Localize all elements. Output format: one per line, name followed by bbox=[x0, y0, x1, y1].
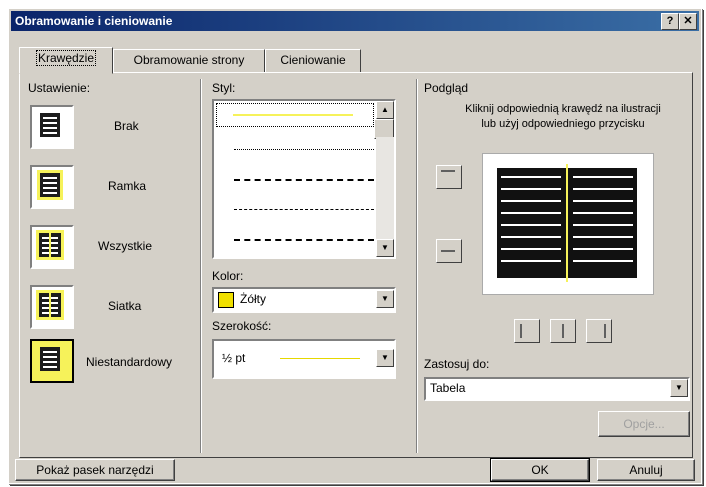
style-option-dashed[interactable] bbox=[234, 209, 374, 210]
preview-row-line bbox=[501, 212, 561, 214]
setting-custom-icon[interactable] bbox=[30, 339, 74, 383]
preview-row-line bbox=[573, 260, 633, 262]
style-label: Styl: bbox=[212, 81, 236, 95]
preview-row-line bbox=[573, 212, 633, 214]
preview-row-line bbox=[501, 176, 561, 178]
tab-shading[interactable]: Cieniowanie bbox=[265, 49, 361, 73]
preview-row-line bbox=[573, 200, 633, 202]
top-border-icon bbox=[441, 170, 455, 172]
scroll-thumb[interactable] bbox=[374, 119, 394, 139]
setting-all-label[interactable]: Wszystkie bbox=[98, 239, 152, 253]
preview-row-line bbox=[573, 224, 633, 226]
help-button[interactable]: ? bbox=[661, 13, 679, 30]
preview-row-line bbox=[573, 176, 633, 178]
scroll-up-arrow-icon[interactable]: ▲ bbox=[376, 101, 394, 119]
inside-horizontal-border-button[interactable] bbox=[436, 239, 462, 263]
scroll-track[interactable] bbox=[376, 137, 394, 239]
color-value: Żółty bbox=[240, 292, 267, 306]
apply-to-value: Tabela bbox=[430, 381, 466, 395]
right-border-button[interactable] bbox=[586, 319, 612, 343]
preview-row-line bbox=[573, 188, 633, 190]
preview-row-line bbox=[501, 188, 561, 190]
style-option-dotted[interactable] bbox=[234, 149, 374, 150]
setting-box-label[interactable]: Ramka bbox=[108, 179, 146, 193]
preview-label: Podgląd bbox=[424, 81, 469, 95]
setting-all-icon[interactable] bbox=[30, 225, 74, 269]
tab-panel: Ustawienie: Brak Ramka Wszystkie Siatka … bbox=[19, 72, 693, 458]
left-border-button[interactable] bbox=[514, 319, 540, 343]
style-solid-line bbox=[233, 114, 353, 116]
inside-vertical-border-button[interactable] bbox=[550, 319, 576, 343]
width-dropdown[interactable]: ½ pt ▼ bbox=[212, 339, 396, 379]
width-value: ½ pt bbox=[222, 351, 246, 365]
preview-row-line bbox=[501, 224, 561, 226]
setting-none-icon[interactable] bbox=[30, 105, 74, 149]
apply-to-dropdown-arrow-icon[interactable]: ▼ bbox=[670, 379, 688, 397]
preview-hint-line1: Kliknij odpowiednią krawędź na ilustracj… bbox=[465, 103, 661, 115]
preview-row-line bbox=[573, 236, 633, 238]
cancel-button[interactable]: Anuluj bbox=[597, 459, 695, 481]
left-border-icon bbox=[520, 324, 522, 338]
color-dropdown[interactable]: Żółty ▼ bbox=[212, 287, 396, 313]
setting-box-icon[interactable] bbox=[30, 165, 74, 209]
apply-to-dropdown[interactable]: Tabela ▼ bbox=[424, 377, 690, 401]
scroll-down-arrow-icon[interactable]: ▼ bbox=[376, 239, 394, 257]
column-divider bbox=[200, 79, 202, 453]
style-option-selected[interactable] bbox=[216, 103, 374, 127]
right-border-icon bbox=[604, 324, 606, 338]
setting-grid-label[interactable]: Siatka bbox=[108, 299, 141, 313]
setting-grid-icon[interactable] bbox=[30, 285, 74, 329]
title-bar: Obramowanie i cieniowanie ? ✕ bbox=[11, 11, 699, 31]
preview-divider bbox=[416, 79, 418, 453]
style-option-dash-small[interactable] bbox=[234, 179, 374, 181]
style-option-dash-large[interactable] bbox=[234, 239, 374, 241]
show-toolbar-button[interactable]: Pokaż pasek narzędzi bbox=[15, 459, 175, 481]
style-listbox[interactable]: ▲ ▼ bbox=[212, 99, 396, 259]
inside-vertical-border-icon bbox=[562, 324, 564, 338]
width-label: Szerokość: bbox=[212, 319, 272, 333]
tab-page-border[interactable]: Obramowanie strony bbox=[113, 49, 265, 73]
options-button[interactable]: Opcje... bbox=[598, 411, 690, 437]
preview-row-line bbox=[573, 248, 633, 250]
preview-inside-vertical-border[interactable] bbox=[566, 164, 568, 282]
preview-row-line bbox=[501, 200, 561, 202]
color-label: Kolor: bbox=[212, 269, 244, 283]
close-button[interactable]: ✕ bbox=[679, 13, 697, 30]
width-line-sample bbox=[280, 358, 360, 359]
tab-borders[interactable]: Krawędzie bbox=[19, 47, 113, 74]
width-dropdown-arrow-icon[interactable]: ▼ bbox=[376, 349, 394, 367]
preview-row-line bbox=[501, 248, 561, 250]
preview-hint-line2: lub użyj odpowiedniego przycisku bbox=[481, 118, 645, 130]
apply-to-label: Zastosuj do: bbox=[424, 357, 490, 371]
color-swatch bbox=[218, 292, 234, 308]
setting-custom-label[interactable]: Niestandardowy bbox=[86, 355, 172, 369]
setting-none-label[interactable]: Brak bbox=[114, 119, 139, 133]
preview-row-line bbox=[501, 260, 561, 262]
window-title: Obramowanie i cieniowanie bbox=[15, 14, 173, 28]
ok-button[interactable]: OK bbox=[490, 458, 590, 482]
top-border-button[interactable] bbox=[436, 165, 462, 189]
setting-label: Ustawienie: bbox=[28, 81, 91, 95]
inside-horizontal-border-icon bbox=[441, 250, 455, 252]
preview-diagram[interactable] bbox=[482, 153, 654, 295]
preview-row-line bbox=[501, 236, 561, 238]
borders-and-shading-dialog: Obramowanie i cieniowanie ? ✕ Krawędzie … bbox=[8, 8, 702, 484]
color-dropdown-arrow-icon[interactable]: ▼ bbox=[376, 290, 394, 308]
